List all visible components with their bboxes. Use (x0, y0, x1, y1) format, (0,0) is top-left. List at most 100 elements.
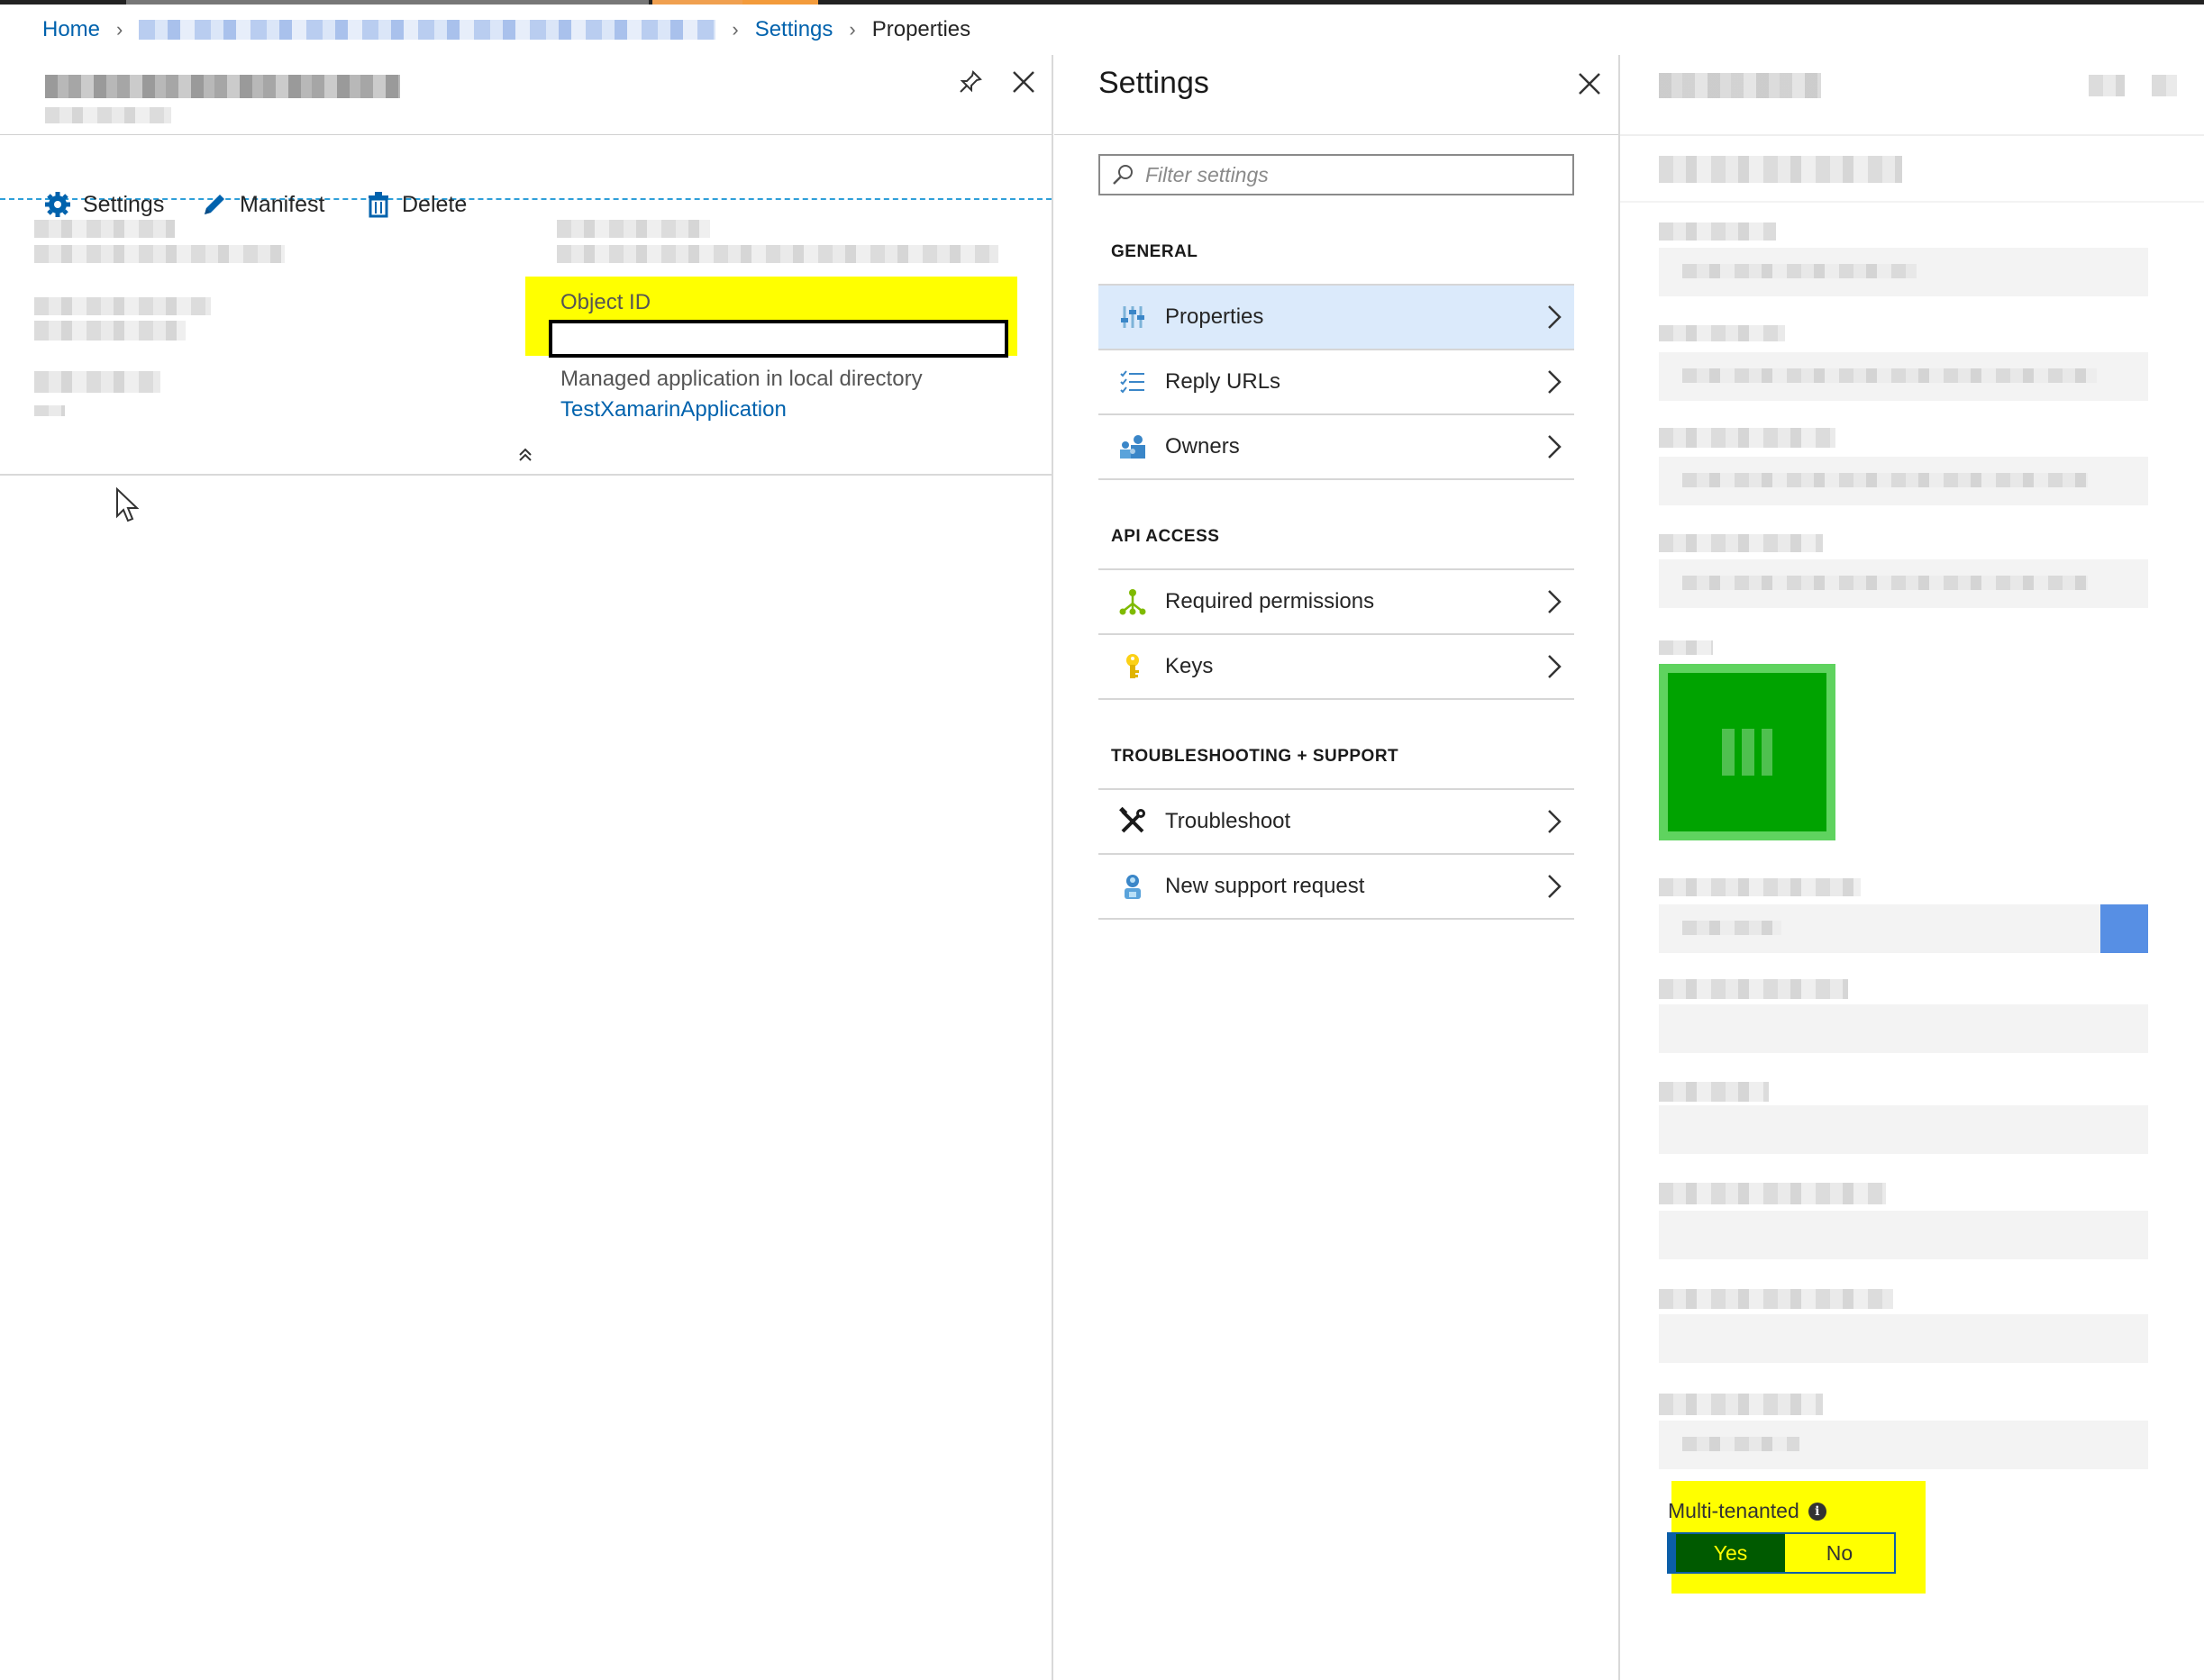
property-field-redacted[interactable] (1659, 1004, 2148, 1053)
chevron-right-icon (1538, 874, 1571, 899)
settings-item-owners[interactable]: Owners (1098, 413, 1574, 480)
essential-label-redacted (34, 297, 211, 315)
settings-item-required-permissions[interactable]: Required permissions (1098, 568, 1574, 633)
list-icon (1116, 366, 1149, 398)
property-label-redacted (1659, 979, 1848, 999)
settings-item-label: Required permissions (1165, 589, 1375, 613)
property-label-redacted (1659, 878, 1861, 896)
property-label-redacted (1659, 1289, 1893, 1309)
managed-application-label: Managed application in local directory (560, 367, 923, 391)
collapse-essentials-icon[interactable] (512, 443, 539, 467)
section-heading-api-access: API ACCESS (1111, 527, 1220, 546)
application-logo-tile (1668, 673, 1826, 831)
property-field-redacted[interactable] (1659, 904, 2148, 953)
property-label-redacted (1659, 428, 1835, 448)
support-icon (1116, 870, 1149, 903)
essential-value-redacted (34, 405, 65, 416)
settings-item-properties[interactable]: Properties (1098, 284, 1574, 349)
permissions-icon (1116, 586, 1149, 618)
property-value-redacted (1682, 473, 2088, 487)
multi-tenanted-yes-option[interactable]: Yes (1669, 1534, 1785, 1572)
breadcrumb-current: Properties (871, 17, 971, 41)
key-icon (1116, 650, 1149, 683)
property-field-redacted[interactable] (1659, 1211, 2148, 1259)
property-label-redacted (1659, 1394, 1823, 1415)
properties-toolbar-redacted[interactable] (1659, 156, 1902, 183)
properties-header-button-redacted[interactable] (2089, 75, 2125, 96)
property-label-redacted (1659, 534, 1823, 552)
settings-item-new-support-request[interactable]: New support request (1098, 853, 1574, 920)
property-value-redacted (1682, 921, 1781, 935)
info-icon[interactable]: i (1808, 1502, 1826, 1521)
settings-item-keys[interactable]: Keys (1098, 633, 1574, 700)
filter-settings-field[interactable] (1143, 161, 1562, 188)
property-value-redacted (1682, 368, 2097, 383)
multi-tenanted-toggle[interactable]: Yes No (1667, 1532, 1896, 1574)
settings-item-label: New support request (1165, 874, 1365, 898)
breadcrumb-home[interactable]: Home (42, 17, 100, 42)
essential-value-redacted (557, 245, 998, 263)
managed-application-link[interactable]: TestXamarinApplication (560, 397, 787, 422)
section-heading-general: GENERAL (1111, 242, 1198, 261)
essential-label-redacted (34, 371, 160, 393)
property-value-redacted (1682, 264, 1917, 278)
search-icon (1113, 165, 1133, 185)
application-logo (1659, 664, 1835, 840)
filter-settings-input[interactable] (1098, 154, 1574, 195)
divider (1054, 134, 1618, 135)
breadcrumb-settings[interactable]: Settings (755, 17, 833, 42)
chevron-right-icon (1538, 304, 1571, 330)
essential-value-redacted (34, 245, 285, 263)
chevron-right-icon (1538, 589, 1571, 614)
close-icon[interactable] (1570, 64, 1609, 104)
properties-blade (1620, 55, 2204, 1680)
property-field-button-redacted[interactable] (2100, 904, 2148, 953)
application-logo-glyph (1722, 729, 1772, 776)
property-field-redacted[interactable] (1659, 1105, 2148, 1154)
property-field-redacted[interactable] (1659, 248, 2148, 296)
property-field-redacted[interactable] (1659, 352, 2148, 401)
property-label-redacted (1659, 640, 1713, 655)
chevron-right-icon (1538, 809, 1571, 834)
breadcrumb-separator-icon: › (849, 18, 856, 41)
essential-value-redacted (34, 321, 186, 341)
breadcrumb-redacted[interactable] (139, 20, 716, 40)
properties-title-redacted (1659, 73, 1821, 98)
properties-header-divider (1620, 134, 2204, 136)
section-heading-troubleshooting: TROUBLESHOOTING + SUPPORT (1111, 747, 1399, 766)
property-value-redacted (1682, 576, 2088, 590)
properties-toolbar-divider (1620, 201, 2204, 203)
mouse-cursor-icon (115, 486, 140, 528)
settings-item-label: Owners (1165, 434, 1240, 459)
settings-blade-title: Settings (1098, 66, 1209, 100)
chevron-right-icon (1538, 369, 1571, 395)
object-id-label: Object ID (560, 290, 651, 314)
property-value-redacted (1682, 1437, 1799, 1451)
settings-blade: Settings GENERAL Properties Reply URLs O… (1054, 55, 1620, 1680)
tools-icon (1116, 805, 1149, 838)
object-id-field[interactable] (549, 320, 1008, 358)
property-field-redacted[interactable] (1659, 559, 2148, 608)
property-field-redacted[interactable] (1659, 457, 2148, 505)
application-blade: Settings Manifest Delete Object ID Manag… (0, 55, 1053, 1680)
breadcrumb-separator-icon: › (116, 18, 123, 41)
properties-icon (1116, 301, 1149, 333)
property-label-redacted (1659, 222, 1776, 241)
property-field-redacted[interactable] (1659, 1421, 2148, 1469)
settings-item-reply-urls[interactable]: Reply URLs (1098, 349, 1574, 413)
settings-item-label: Keys (1165, 654, 1214, 678)
property-label-redacted (1659, 325, 1785, 341)
property-label-redacted (1659, 1183, 1886, 1204)
owners-icon (1116, 431, 1149, 463)
breadcrumb-separator-icon: › (732, 18, 739, 41)
settings-item-troubleshoot[interactable]: Troubleshoot (1098, 788, 1574, 853)
chevron-right-icon (1538, 654, 1571, 679)
essential-label-redacted (34, 220, 175, 238)
property-field-redacted[interactable] (1659, 1314, 2148, 1363)
settings-item-label: Troubleshoot (1165, 809, 1291, 833)
settings-item-label: Properties (1165, 304, 1264, 329)
multi-tenanted-label-text: Multi-tenanted (1668, 1499, 1799, 1522)
properties-header-button-redacted[interactable] (2152, 75, 2177, 96)
multi-tenanted-no-option[interactable]: No (1785, 1534, 1894, 1572)
property-label-redacted (1659, 1082, 1769, 1102)
